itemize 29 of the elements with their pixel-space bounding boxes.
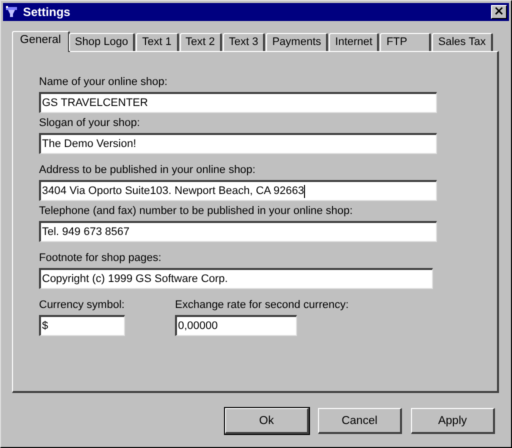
tab[interactable]: Internet [329, 33, 380, 51]
dialog-button[interactable]: Ok [225, 408, 309, 434]
field-label: Telephone (and fax) number to be published in your online shop: [39, 205, 353, 218]
tab[interactable]: Payments [266, 33, 328, 51]
field-label: Name of your online shop: [39, 76, 168, 89]
tab[interactable]: Text 3 [222, 33, 266, 51]
field-label: Address to be published in your online shop: [39, 164, 256, 177]
input-field[interactable]: Copyright (c) 1999 GS Software Corp. [39, 268, 433, 289]
tab[interactable]: Text 1 [136, 33, 178, 51]
window-icon [5, 5, 19, 19]
tab[interactable]: Sales Tax [432, 33, 493, 51]
dialog-button[interactable]: Apply [411, 408, 495, 434]
close-button[interactable]: × [491, 5, 507, 19]
field-label: Footnote for shop pages: [39, 252, 162, 265]
input-field[interactable]: $ [39, 315, 125, 336]
tab[interactable]: FTP [380, 33, 432, 51]
tab[interactable]: Text 2 [180, 33, 222, 51]
input-field[interactable]: 0,00000 [175, 315, 297, 336]
tab[interactable]: General [12, 31, 70, 52]
field-label: Slogan of your shop: [39, 117, 140, 130]
tab[interactable]: Shop Logo [68, 33, 136, 51]
input-field[interactable]: GS TRAVELCENTER [39, 92, 437, 113]
dialog-button[interactable]: Cancel [318, 408, 402, 434]
window-title: Settings [23, 5, 72, 19]
input-field[interactable]: 3404 Via Oporto Suite103. Newport Beach, CA 92663 [39, 180, 437, 201]
input-field[interactable]: The Demo Version! [39, 133, 437, 154]
field-label: Exchange rate for second currency: [175, 299, 349, 312]
input-field[interactable]: Tel. 949 673 8567 [39, 221, 437, 242]
field-label: Currency symbol: [39, 299, 125, 312]
